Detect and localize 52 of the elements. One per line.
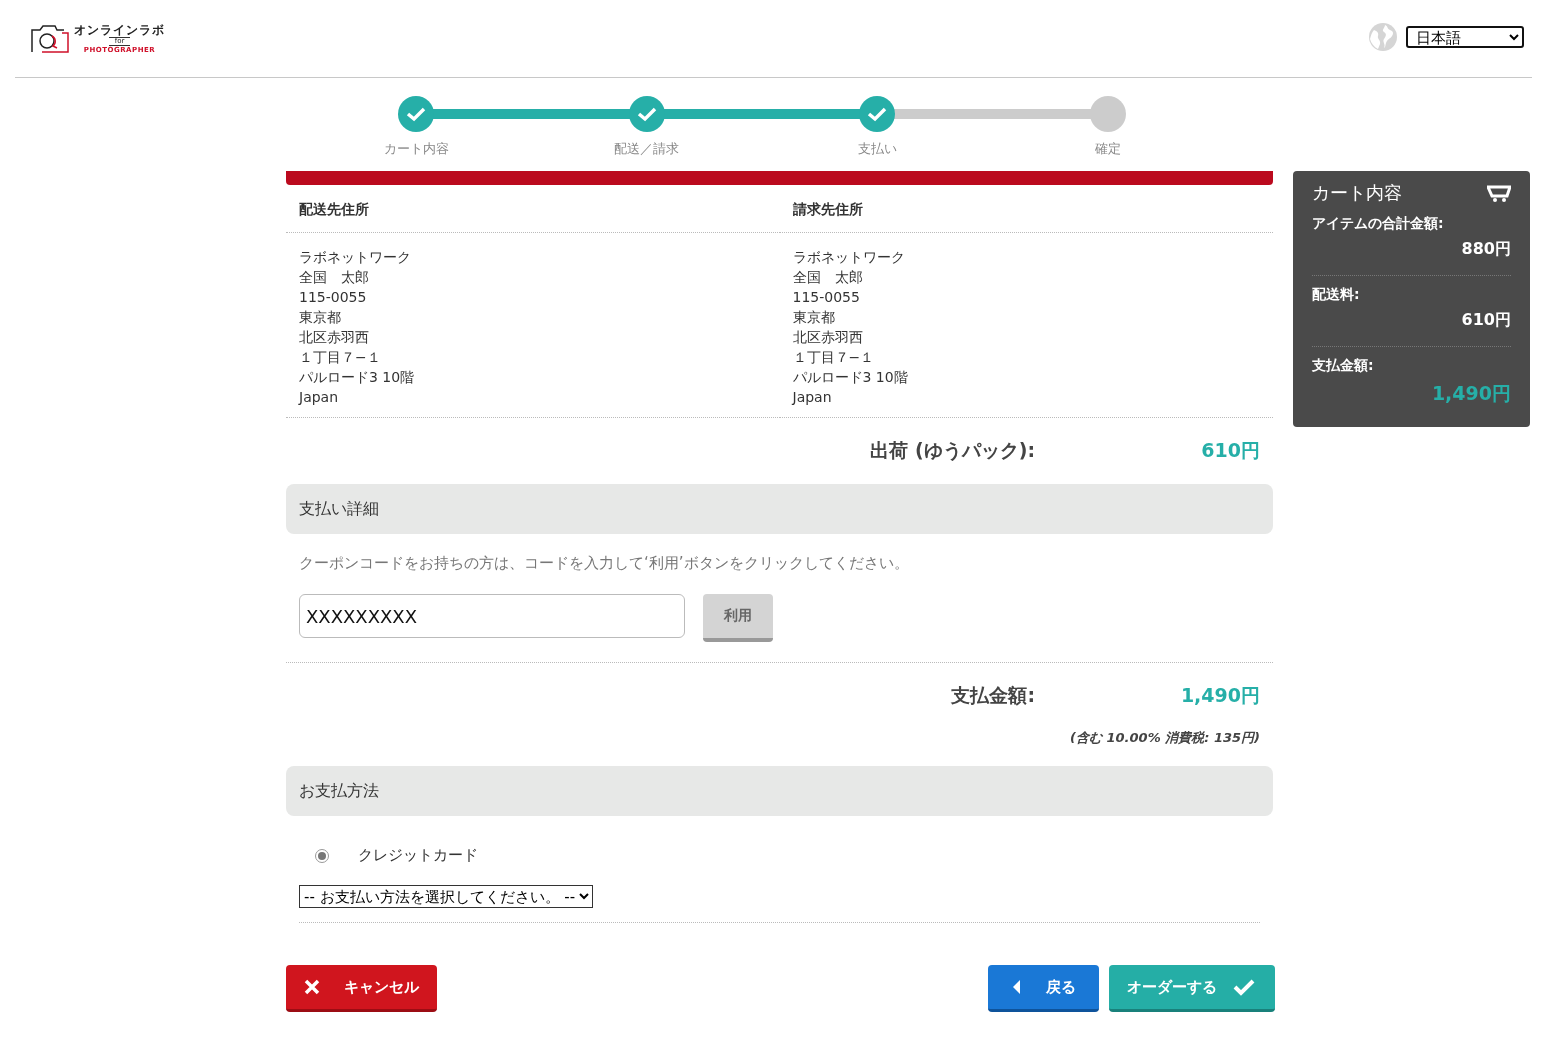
summary-value: 610円 — [1460, 310, 1511, 331]
summary-label: 配送料: — [1312, 286, 1361, 304]
address-line: 全国 太郎 — [792, 268, 864, 287]
summary-value: 1,490円 — [1430, 381, 1511, 406]
apply-button[interactable]: 利用 — [703, 594, 773, 642]
address-line: パルロード3 10階 — [792, 368, 909, 387]
shipping-label: 出荷 (ゆうパック): — [870, 438, 1035, 463]
section-heading: お支払方法 — [286, 766, 1273, 816]
address-line: 東京都 — [792, 308, 836, 327]
address-line: Japan — [299, 388, 340, 407]
step-label: 確定 — [1094, 140, 1121, 158]
section-heading: 支払い詳細 — [286, 484, 1273, 534]
address-line: 115-0055 — [299, 288, 368, 307]
summary-label: アイテムの合計金額: — [1312, 215, 1445, 233]
address-heading: 配送先住所 — [286, 185, 780, 233]
radio-button[interactable] — [315, 848, 329, 863]
address-line: パルロード3 10階 — [299, 368, 416, 387]
coupon-hint: クーポンコードをお持ちの方は、コードを入力して‘利用’ボタンをクリックしてください。 — [298, 553, 910, 573]
address-line: 北区赤羽西 — [792, 328, 864, 347]
total-value: 1,490円 — [1179, 683, 1260, 708]
language-select[interactable]: 日本語 — [1406, 25, 1524, 48]
cancel-button[interactable]: キャンセル — [286, 965, 437, 1012]
tax-note: (含む 10.00% 消費税: 135円) — [1070, 730, 1260, 745]
close-icon — [304, 979, 320, 995]
address-line: 北区赤羽西 — [299, 328, 370, 347]
address-line: 全国 太郎 — [299, 268, 370, 287]
option-label: クレジットカード — [358, 846, 478, 865]
total-label: 支払金額: — [951, 683, 1035, 708]
summary-value: 880円 — [1460, 239, 1511, 260]
logo-title: オンラインラボ — [74, 23, 165, 36]
address-line: 東京都 — [299, 308, 342, 327]
shipping-value: 610円 — [1200, 438, 1260, 463]
step-label: 支払い — [857, 140, 897, 158]
coupon-input[interactable]: XXXXXXXXX — [299, 594, 685, 638]
address-heading: 請求先住所 — [779, 185, 1273, 233]
summary-label: 支払金額: — [1312, 357, 1375, 375]
address-line: ラボネットワーク — [299, 248, 412, 267]
cart-icon — [1487, 184, 1511, 202]
checkmark-icon — [1233, 978, 1255, 996]
address-line: 115-0055 — [792, 288, 861, 307]
cart-title: カート内容 — [1312, 181, 1402, 205]
globe-icon — [1368, 21, 1398, 52]
address-line: １丁目７−１ — [299, 348, 382, 367]
address-line: Japan — [792, 388, 833, 407]
back-button[interactable]: 戻る — [988, 965, 1099, 1012]
left-triangle-icon — [1011, 979, 1022, 995]
step-label: カート内容 — [383, 140, 449, 158]
payment-select[interactable]: -- お支払い方法を選択してください。 -- — [299, 885, 593, 908]
step-label: 配送／請求 — [614, 140, 680, 158]
address-line: １丁目７−１ — [792, 348, 876, 367]
address-line: ラボネットワーク — [792, 248, 906, 267]
camera-logo-icon — [30, 23, 72, 54]
